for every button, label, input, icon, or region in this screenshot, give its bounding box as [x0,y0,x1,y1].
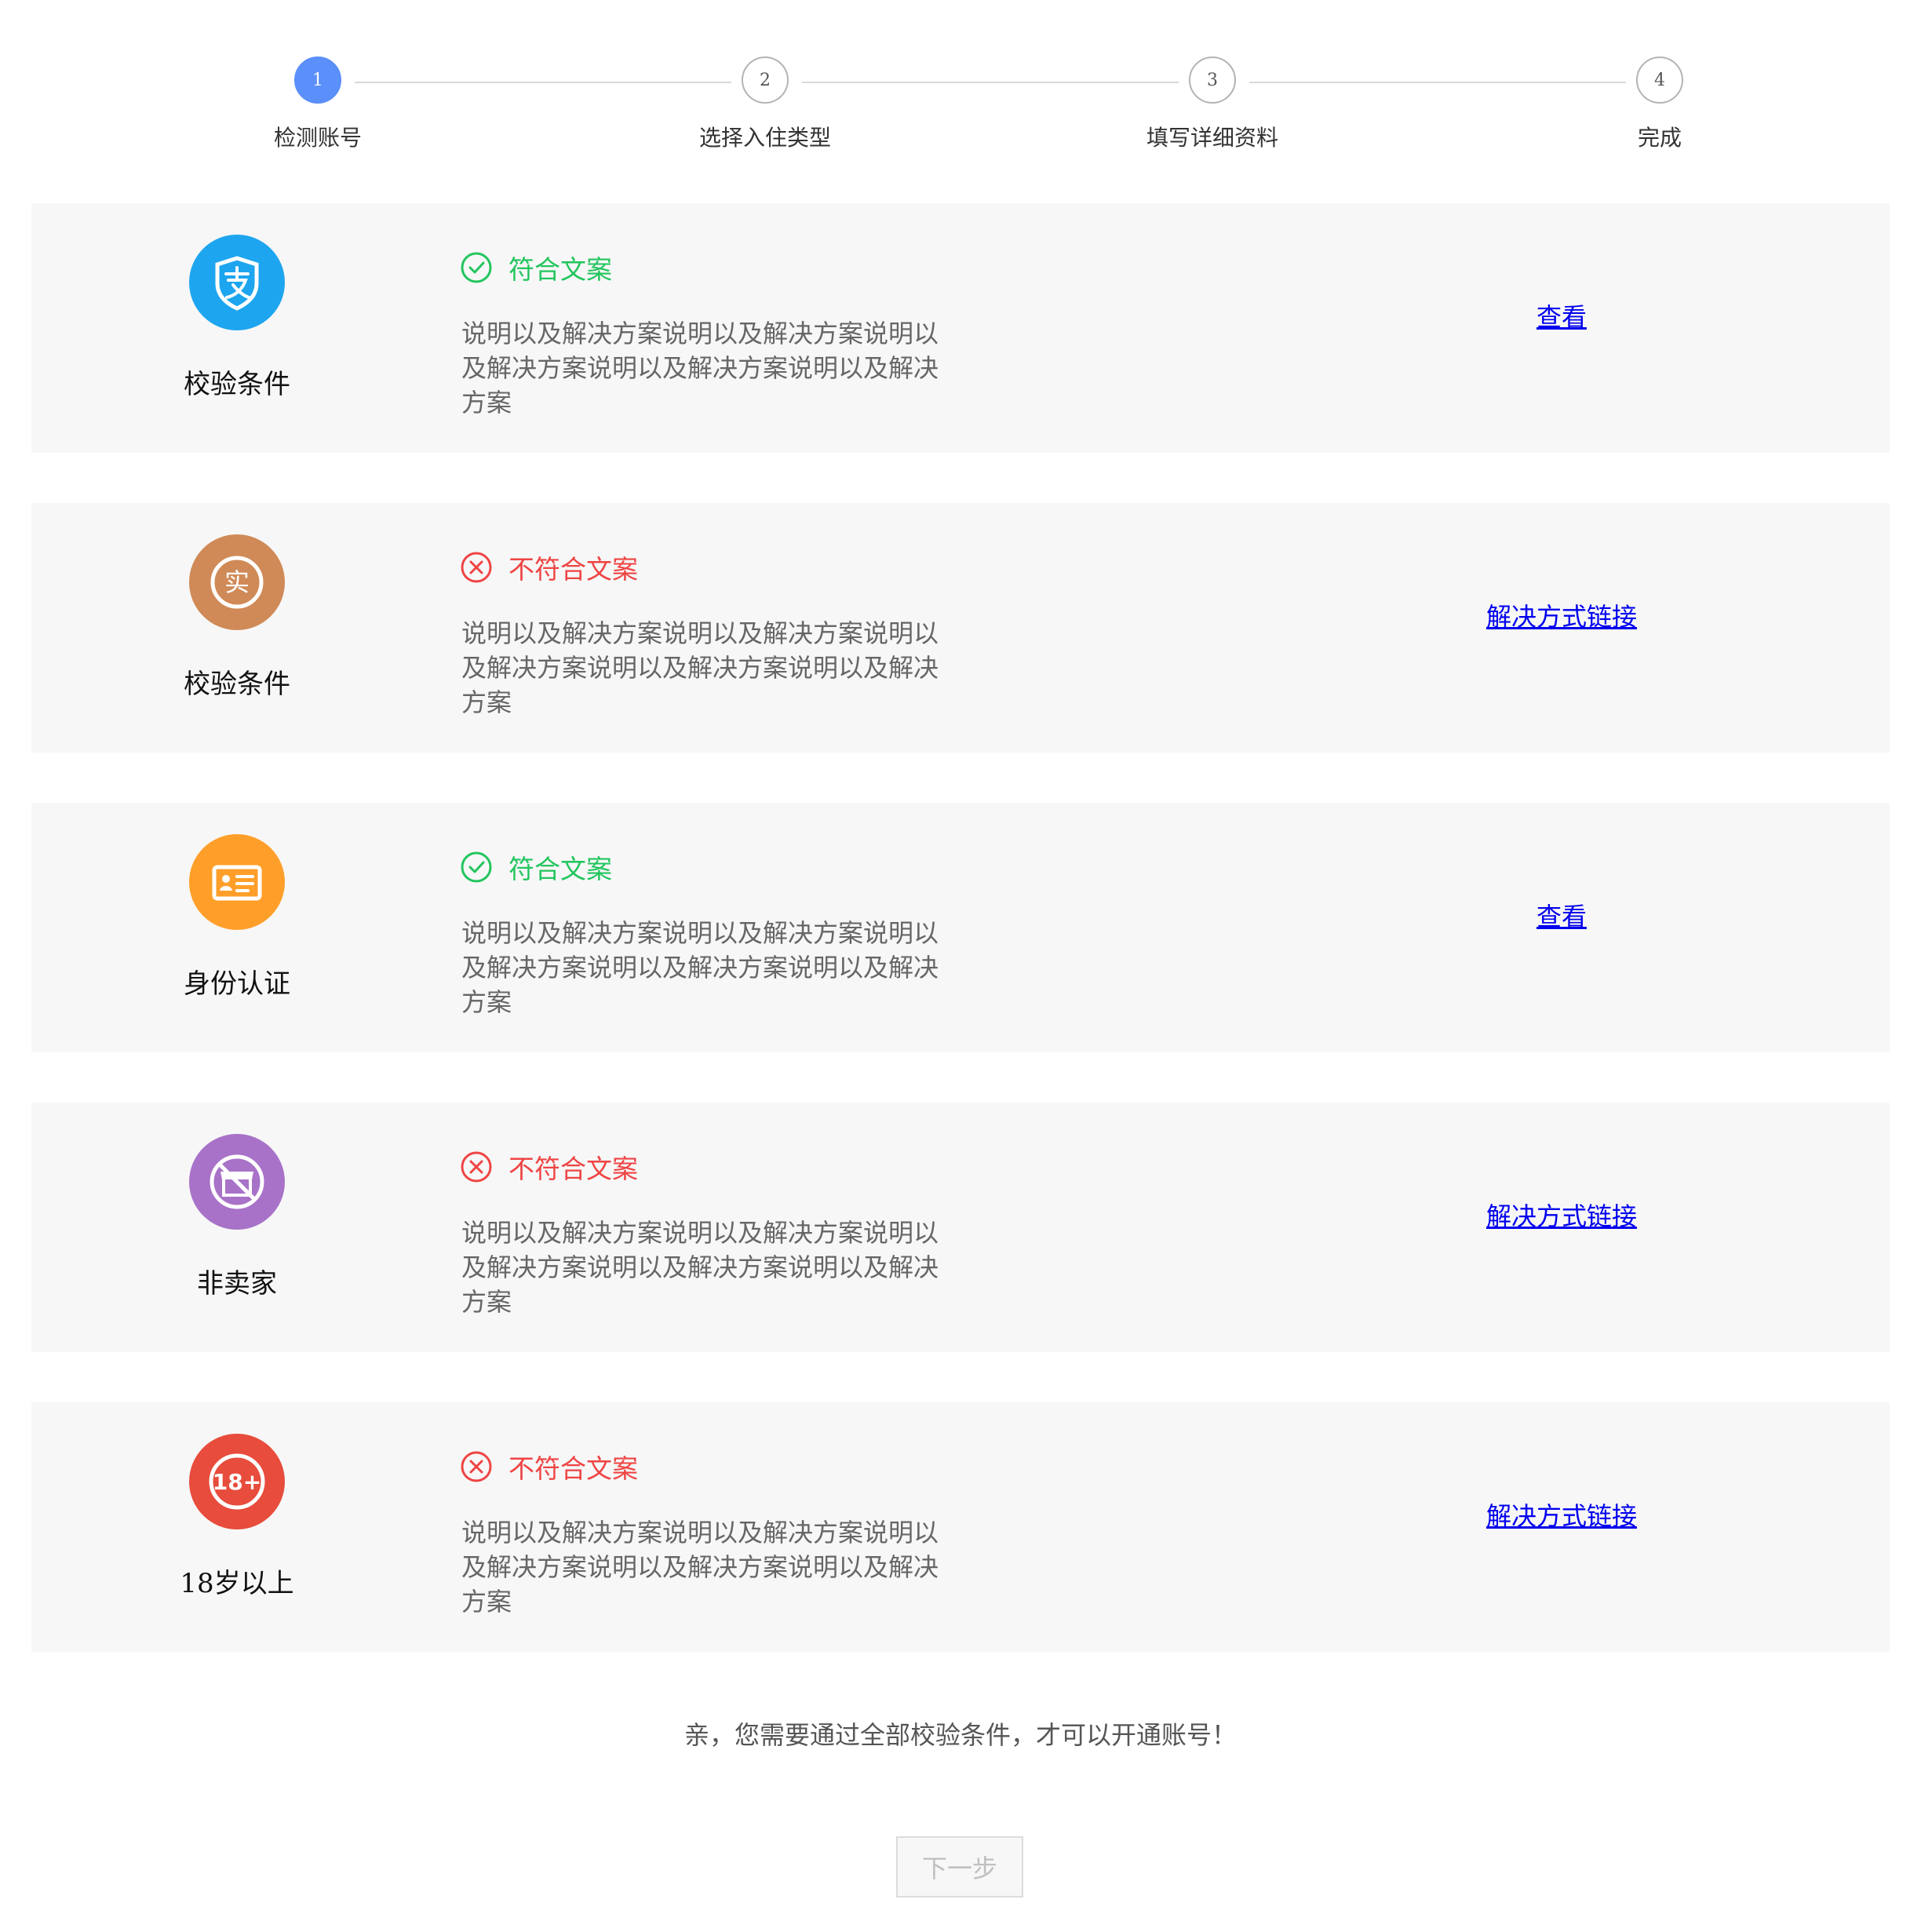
next-step-button[interactable]: 下一步 [896,1836,1023,1897]
condition-description: 说明以及解决方案说明以及解决方案说明以及解决方案说明以及解决方案说明以及解决方案 [461,918,939,1017]
status-text: 不符合文案 [508,1453,638,1484]
condition-name: 校验条件 [184,669,290,700]
condition-card: 18+ 18岁以上 不符合文案 说明以及解决方案说明以及解决方案说明以及解决方案… [31,1402,1890,1652]
condition-card: 校验条件 符合文案 说明以及解决方案说明以及解决方案说明以及解决方案说明以及解决… [31,203,1890,453]
condition-card: 身份认证 符合文案 说明以及解决方案说明以及解决方案说明以及解决方案说明以及解决… [31,803,1890,1052]
status-text: 符合文案 [508,854,612,884]
step-number-badge: 1 [294,57,341,104]
solution-link[interactable]: 解决方式链接 [1365,1496,1758,1533]
close-circle-icon [461,552,492,583]
id-card-icon [189,834,285,930]
status-pass: 符合文案 [460,848,612,886]
solution-link[interactable]: 解决方式链接 [1365,1197,1758,1233]
status-text: 不符合文案 [508,1154,638,1184]
no-shop-icon [189,1134,285,1230]
steps-bar: 1 检测账号 2 选择入住类型 3 填写详细资料 4 完成 [0,57,1921,159]
solution-link[interactable]: 解决方式链接 [1365,597,1758,633]
age-badge-text: 18+ [213,1469,261,1495]
step-number-badge: 4 [1636,57,1683,104]
status-text: 符合文案 [508,254,612,285]
step-number-badge: 2 [742,57,789,104]
step-1: 1 检测账号 [200,57,436,152]
step-4: 4 完成 [1542,57,1777,152]
real-name-badge-text: 实 [224,567,250,597]
condition-description: 说明以及解决方案说明以及解决方案说明以及解决方案说明以及解决方案说明以及解决方案 [461,1518,939,1617]
status-text: 不符合文案 [508,554,638,585]
step-label: 填写详细资料 [1146,125,1278,151]
condition-description: 说明以及解决方案说明以及解决方案说明以及解决方案说明以及解决方案说明以及解决方案 [461,319,939,417]
alipay-icon [189,235,285,330]
requirement-notice: 亲，您需要通过全部校验条件，才可以开通账号！ [683,1720,1237,1750]
condition-description: 说明以及解决方案说明以及解决方案说明以及解决方案说明以及解决方案说明以及解决方案 [461,618,939,717]
status-fail: 不符合文案 [460,1148,638,1186]
condition-card: 非卖家 不符合文案 说明以及解决方案说明以及解决方案说明以及解决方案说明以及解决… [31,1103,1890,1352]
step-number-badge: 3 [1189,57,1236,104]
close-circle-icon [461,1151,492,1183]
close-circle-icon [461,1451,492,1482]
step-2: 2 选择入住类型 [647,57,883,152]
condition-name: 非卖家 [197,1268,277,1300]
real-name-icon: 实 [189,534,285,630]
status-fail: 不符合文案 [460,1448,638,1485]
view-link[interactable]: 查看 [1365,297,1758,334]
condition-description: 说明以及解决方案说明以及解决方案说明以及解决方案说明以及解决方案说明以及解决方案 [461,1218,939,1317]
step-label: 选择入住类型 [698,125,831,151]
step-label: 完成 [1637,125,1682,151]
step-3: 3 填写详细资料 [1095,57,1330,152]
view-link[interactable]: 查看 [1365,897,1758,933]
condition-name: 校验条件 [184,369,290,400]
status-fail: 不符合文案 [460,549,638,586]
status-pass: 符合文案 [460,249,612,286]
check-circle-icon [461,851,492,883]
step-label: 检测账号 [273,125,362,151]
check-circle-icon [461,252,492,283]
condition-name: 身份认证 [184,968,290,1000]
condition-card: 实 校验条件 不符合文案 说明以及解决方案说明以及解决方案说明以及解决方案说明以… [31,503,1890,753]
age-18-plus-icon: 18+ [189,1434,285,1529]
condition-name: 18岁以上 [180,1568,294,1599]
